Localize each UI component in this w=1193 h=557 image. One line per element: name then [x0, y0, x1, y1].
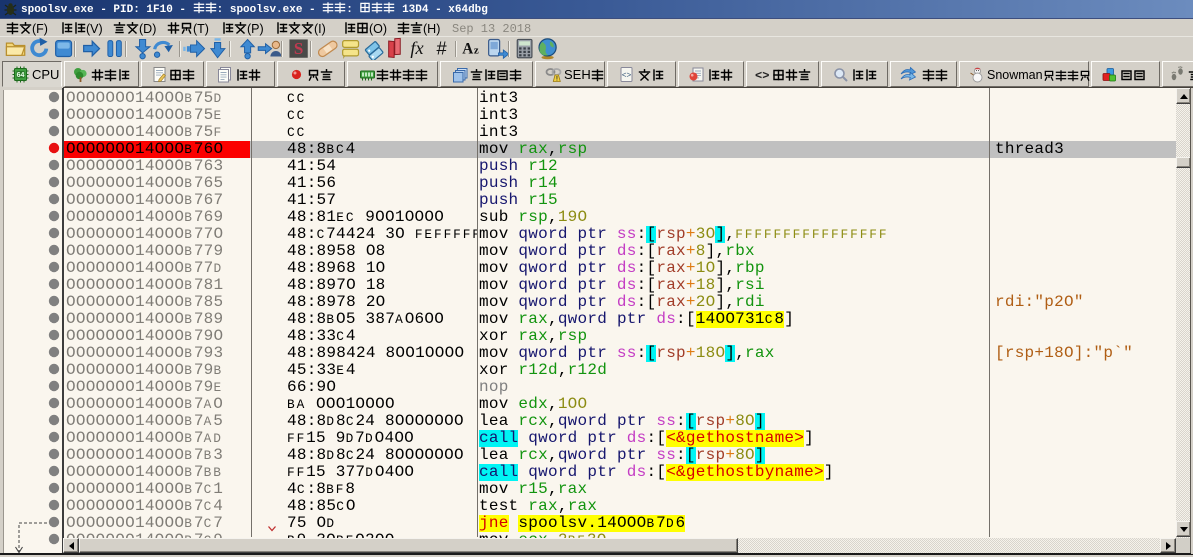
svg-text:fx: fx — [410, 38, 423, 58]
svg-text:64: 64 — [17, 72, 25, 79]
svg-text:!: ! — [556, 76, 558, 83]
svg-text:<>: <> — [622, 72, 632, 81]
svg-text:S: S — [294, 39, 304, 58]
svg-text:<>: <> — [755, 69, 769, 83]
svg-text:A: A — [462, 40, 473, 57]
svg-text:z: z — [474, 44, 479, 56]
svg-text:#: # — [436, 38, 447, 59]
